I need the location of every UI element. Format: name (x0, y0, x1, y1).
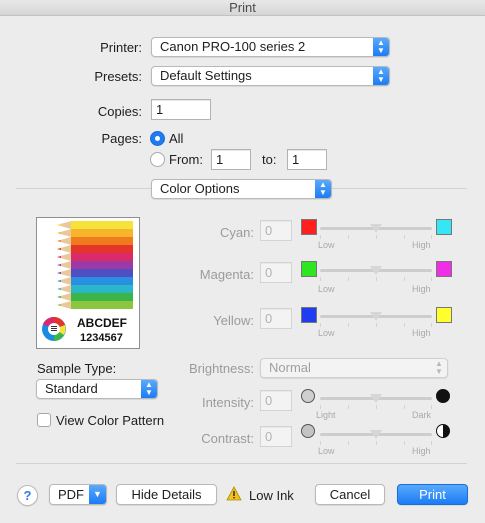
popup-arrows-icon: ▲ ▼ (315, 180, 331, 198)
yellow-label: Yellow: (213, 313, 254, 328)
light-circle-icon (301, 389, 315, 403)
cyan-low-swatch (301, 219, 317, 235)
presets-popup[interactable]: Default Settings ▲ ▼ (151, 66, 390, 86)
magenta-slider-knob[interactable] (370, 266, 382, 275)
sample-type-label: Sample Type: (37, 361, 117, 376)
pages-to-label: to: (262, 152, 277, 167)
section-popup[interactable]: Color Options ▲ ▼ (151, 179, 332, 199)
window-title: Print (0, 0, 485, 16)
pencils (57, 221, 133, 309)
high-contrast-icon (436, 424, 450, 438)
pages-all-label: All (169, 131, 184, 146)
printer-label: Printer: (100, 40, 142, 55)
magenta-high-label: High (412, 284, 431, 294)
hide-details-button[interactable]: Hide Details (116, 484, 217, 505)
yellow-low-swatch (301, 307, 317, 323)
presets-label: Presets: (94, 69, 142, 84)
footer-separator (16, 463, 467, 464)
preview-text-line2: 1234567 (80, 332, 123, 344)
pages-from-field[interactable]: 1 (211, 149, 251, 170)
pages-to-field[interactable]: 1 (287, 149, 327, 170)
brightness-value: Normal (269, 360, 311, 375)
magenta-high-swatch (436, 261, 452, 277)
pages-from-label: From: (169, 152, 203, 167)
dark-circle-icon (436, 389, 450, 403)
contrast-low-label: Low (318, 446, 335, 456)
brightness-label: Brightness: (188, 361, 254, 376)
colored-pencils-image: ABCDEF 1234567 (37, 218, 139, 348)
intensity-high-label: Dark (412, 410, 432, 420)
intensity-field[interactable]: 0 (260, 390, 292, 411)
intensity-label: Intensity: (201, 395, 254, 410)
chevron-down-icon: ▼ (89, 485, 106, 504)
section-popup-value: Color Options (160, 181, 240, 196)
magenta-label: Magenta: (199, 267, 254, 282)
intensity-slider-knob[interactable] (370, 394, 382, 403)
copies-label: Copies: (97, 104, 142, 119)
presets-value: Default Settings (160, 68, 252, 83)
pages-from-radio[interactable] (150, 152, 165, 167)
yellow-slider-knob[interactable] (370, 312, 382, 321)
cyan-slider-knob[interactable] (370, 224, 382, 233)
color-wheel-icon (42, 316, 66, 341)
view-color-pattern-checkbox[interactable] (37, 413, 51, 427)
contrast-field[interactable]: 0 (260, 426, 292, 447)
contrast-label: Contrast: (201, 431, 254, 446)
color-preview-image: ABCDEF 1234567 (36, 217, 140, 349)
magenta-slider-ticks (320, 277, 432, 281)
popup-arrows-icon: ▲ ▼ (141, 380, 157, 398)
pages-all-radio[interactable] (150, 131, 165, 146)
brightness-popup[interactable]: Normal ▲ ▼ (260, 358, 448, 378)
pdf-menu-button[interactable]: PDF ▼ (49, 484, 107, 505)
preview-text-line1: ABCDEF (77, 316, 127, 330)
cyan-slider-ticks (320, 235, 432, 239)
contrast-slider-knob[interactable] (370, 430, 382, 439)
cyan-low-label: Low (318, 240, 335, 250)
printer-value: Canon PRO-100 series 2 (160, 39, 306, 54)
popup-arrows-icon: ▲ ▼ (373, 67, 389, 85)
cyan-field[interactable]: 0 (260, 220, 292, 241)
yellow-low-label: Low (318, 328, 335, 338)
low-ink-status: Low Ink (249, 488, 294, 503)
sample-type-value: Standard (45, 381, 98, 396)
warning-icon (226, 486, 242, 501)
cancel-button[interactable]: Cancel (315, 484, 385, 505)
low-contrast-icon (301, 424, 315, 438)
popup-arrows-icon: ▲ ▼ (373, 38, 389, 56)
yellow-high-label: High (412, 328, 431, 338)
contrast-high-label: High (412, 446, 431, 456)
intensity-slider-ticks (320, 405, 432, 409)
yellow-high-swatch (436, 307, 452, 323)
popup-arrows-icon: ▲ ▼ (435, 359, 443, 376)
copies-field[interactable]: 1 (151, 99, 211, 120)
yellow-field[interactable]: 0 (260, 308, 292, 329)
pages-label: Pages: (101, 131, 142, 146)
pdf-label: PDF (58, 487, 84, 502)
view-color-pattern-label: View Color Pattern (56, 413, 165, 428)
magenta-low-label: Low (318, 284, 335, 294)
intensity-low-label: Light (316, 410, 336, 420)
sample-type-popup[interactable]: Standard ▲ ▼ (36, 379, 158, 399)
printer-popup[interactable]: Canon PRO-100 series 2 ▲ ▼ (151, 37, 390, 57)
contrast-slider-ticks (320, 441, 432, 445)
magenta-field[interactable]: 0 (260, 262, 292, 283)
print-button[interactable]: Print (397, 484, 468, 505)
cyan-high-swatch (436, 219, 452, 235)
magenta-low-swatch (301, 261, 317, 277)
yellow-slider-ticks (320, 323, 432, 327)
help-button[interactable]: ? (17, 485, 38, 506)
cyan-label: Cyan: (220, 225, 254, 240)
cyan-high-label: High (412, 240, 431, 250)
